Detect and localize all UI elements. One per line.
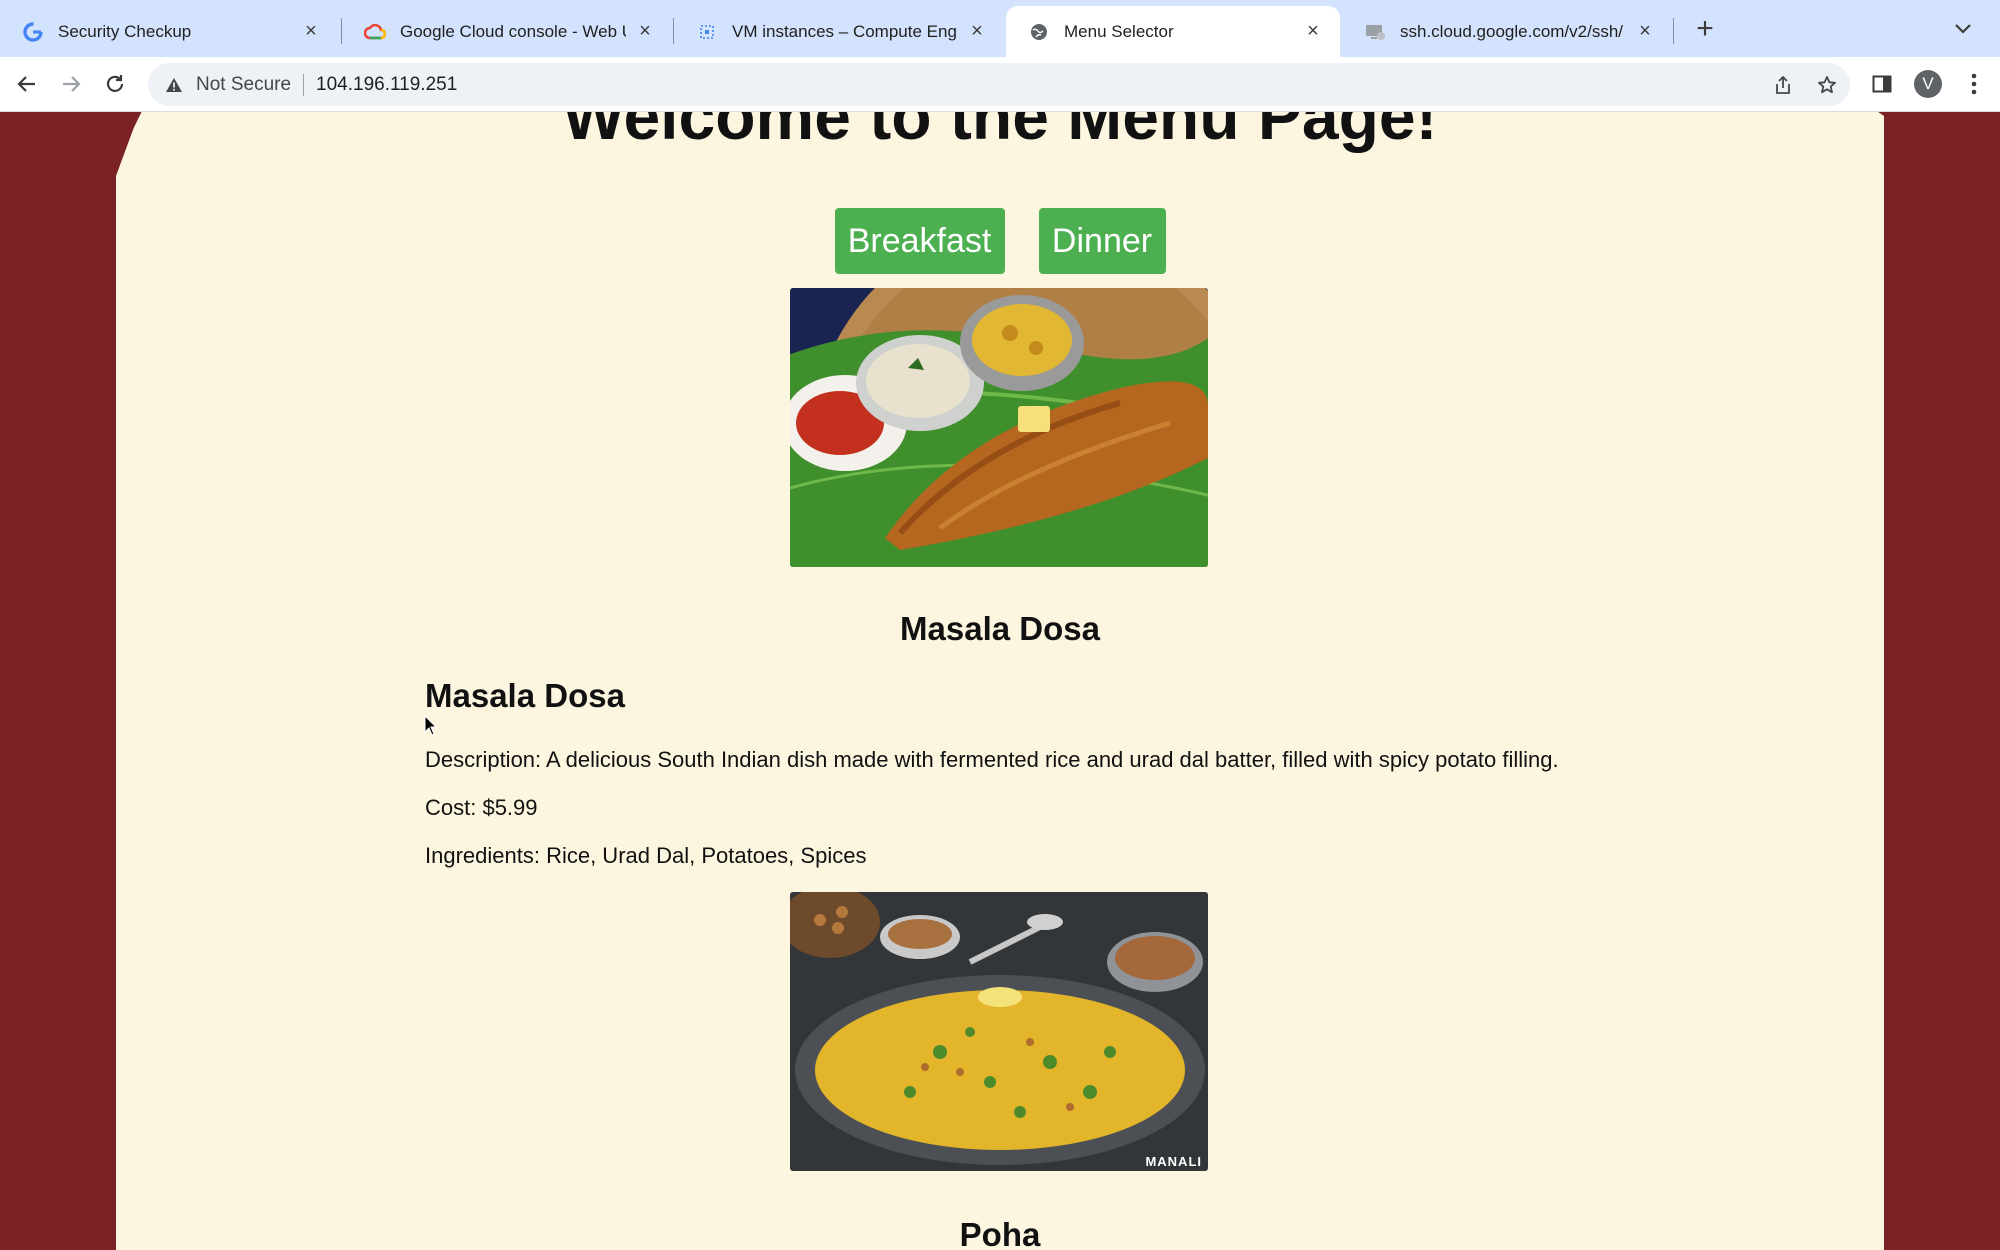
google-g-icon <box>22 21 44 43</box>
masala-dosa-image <box>790 288 1208 567</box>
address-bar[interactable]: Not Secure 104.196.119.251 <box>148 63 1850 106</box>
divider <box>303 73 305 96</box>
profile-avatar[interactable]: V <box>1912 68 1944 100</box>
page-viewport: Welcome to the Menu Page! Breakfast Dinn… <box>0 112 2000 1250</box>
item-heading: Masala Dosa <box>425 677 625 714</box>
avatar: V <box>1914 70 1942 98</box>
tab-strip: Security Checkup × Google Cloud console … <box>0 0 2000 57</box>
close-icon[interactable]: × <box>1634 20 1656 43</box>
close-icon[interactable]: × <box>966 20 988 43</box>
tab-title: ssh.cloud.google.com/v2/ssh/ <box>1400 21 1624 41</box>
more-menu-icon[interactable] <box>1958 68 1990 100</box>
warning-icon[interactable] <box>164 75 184 95</box>
tab-title: Menu Selector <box>1064 21 1174 41</box>
close-icon[interactable]: × <box>1302 20 1324 43</box>
mouse-cursor-icon <box>424 714 438 742</box>
chevron-down-icon[interactable] <box>1948 14 1978 44</box>
url-text[interactable]: 104.196.119.251 <box>316 74 457 96</box>
poha-image: MANALI <box>790 892 1208 1171</box>
close-icon[interactable]: × <box>300 20 322 43</box>
tab-title: Security Checkup <box>58 21 192 41</box>
new-tab-icon[interactable]: + <box>1690 12 1720 45</box>
terminal-icon <box>1364 21 1386 43</box>
meal-button-row: Breakfast Dinner <box>0 208 2000 274</box>
page-title: Welcome to the Menu Page! <box>562 112 1438 153</box>
side-panel-icon[interactable] <box>1866 68 1898 100</box>
masala-dosa-caption: Masala Dosa <box>900 610 1100 647</box>
compute-engine-icon <box>696 21 718 43</box>
bookmark-star-icon[interactable] <box>1814 72 1840 98</box>
tab-title: Google Cloud console - Web U <box>400 21 626 41</box>
item-description: Description: A delicious South Indian di… <box>425 747 1559 772</box>
tab-title: VM instances – Compute Engi <box>732 21 958 41</box>
browser-toolbar: Not Secure 104.196.119.251 V <box>0 57 2000 112</box>
poha-caption: Poha <box>959 1216 1041 1250</box>
share-icon[interactable] <box>1770 72 1796 98</box>
security-status[interactable]: Not Secure <box>196 74 291 96</box>
reload-icon[interactable] <box>98 67 132 101</box>
item-cost: Cost: $5.99 <box>425 795 538 820</box>
globe-icon <box>1028 21 1050 43</box>
tab-ssh[interactable]: ssh.cloud.google.com/v2/ssh/ × <box>1342 6 1672 57</box>
image-watermark: MANALI <box>1145 1154 1202 1169</box>
tab-menu-selector[interactable]: Menu Selector × <box>1006 6 1340 57</box>
dinner-button[interactable]: Dinner <box>1038 208 1166 274</box>
forward-arrow-icon[interactable] <box>54 67 88 101</box>
close-icon[interactable]: × <box>634 20 656 43</box>
item-ingredients: Ingredients: Rice, Urad Dal, Potatoes, S… <box>425 843 867 868</box>
breakfast-button[interactable]: Breakfast <box>834 208 1005 274</box>
back-arrow-icon[interactable] <box>10 67 44 101</box>
tab-divider <box>1673 18 1674 44</box>
tab-vm-instances[interactable]: VM instances – Compute Engi × <box>674 6 1004 57</box>
google-cloud-icon <box>364 21 386 43</box>
tab-security-checkup[interactable]: Security Checkup × <box>0 6 338 57</box>
tab-google-cloud-console[interactable]: Google Cloud console - Web U × <box>342 6 672 57</box>
